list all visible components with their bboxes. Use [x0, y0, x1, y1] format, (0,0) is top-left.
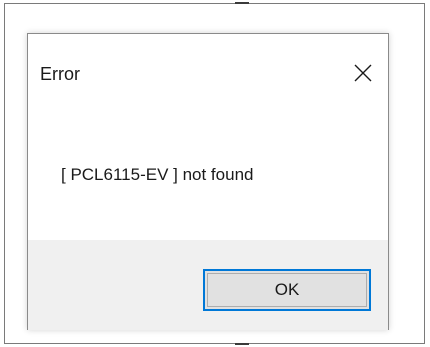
ok-button[interactable]: OK: [203, 269, 371, 311]
window-edge-mark-bottom: [235, 343, 249, 345]
error-dialog: Error [ PCL6115-EV ] not found OK: [27, 33, 389, 330]
dialog-title: Error: [40, 64, 80, 84]
screen: Error [ PCL6115-EV ] not found OK: [0, 0, 430, 347]
dialog-titlebar: Error: [28, 34, 388, 112]
window-edge-mark-top: [235, 2, 249, 4]
error-message: [ PCL6115-EV ] not found: [61, 165, 254, 184]
ok-button-label: OK: [274, 280, 300, 299]
close-button[interactable]: [338, 48, 388, 98]
close-icon: [354, 64, 372, 82]
dialog-footer: OK: [28, 240, 388, 330]
